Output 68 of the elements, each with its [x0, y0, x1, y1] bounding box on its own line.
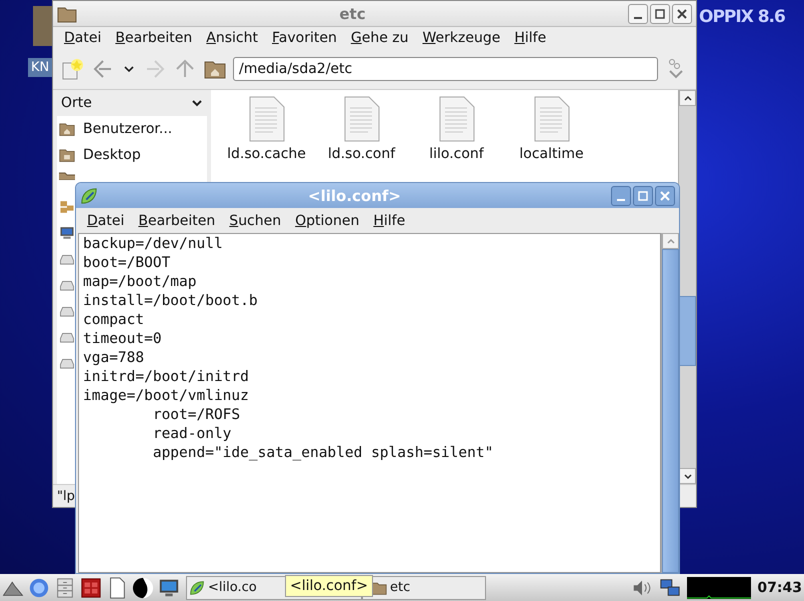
menu-item[interactable]: Werkzeuge — [415, 30, 508, 46]
text-area[interactable]: backup=/dev/null boot=/BOOT map=/boot/map install=/boot/boot.b compact timeout=0 vga=788 initrd=/boot/initrd image=/boot/vmlinuz root=/ROFS read-only append="ide_sata_enabled splash=silent" — [78, 233, 661, 573]
folder-icon — [57, 4, 77, 22]
menu-item[interactable]: Optionen — [288, 212, 366, 228]
minimize-icon — [634, 16, 642, 18]
window-title: etc — [338, 4, 367, 22]
text-line: root=/ROFS — [152, 407, 240, 423]
desktop-icon-label[interactable]: KN — [28, 58, 52, 77]
half-circle-icon[interactable] — [132, 576, 154, 598]
chevron-up-icon — [666, 236, 676, 246]
logo-text: OPPIX 8.6 — [699, 7, 785, 27]
minimize-button[interactable] — [628, 4, 648, 24]
sidebar-item[interactable]: Benutzeror... — [83, 121, 172, 137]
bookmark-star-icon[interactable] — [61, 57, 85, 81]
tooltip: <lilo.conf> — [285, 575, 373, 597]
clock: 07:43 — [757, 580, 802, 596]
leaf-pen-icon — [80, 186, 98, 204]
text-line: vga=788 — [83, 350, 144, 366]
text-line: install=/boot/boot.b — [83, 293, 258, 309]
text-line: append="ide_sata_enabled splash=silent" — [152, 445, 494, 461]
status-text: "lp — [57, 488, 75, 504]
close-button[interactable] — [655, 186, 675, 206]
file-name[interactable]: lilo.conf — [429, 146, 484, 162]
scroll-up-button[interactable] — [679, 90, 696, 106]
sidebar-item[interactable]: Desktop — [83, 147, 141, 163]
network-icon[interactable] — [659, 576, 682, 598]
text-line: read-only — [152, 426, 232, 442]
sidebar-heading[interactable]: Orte — [61, 95, 92, 111]
window-title: <lilo.conf> — [307, 186, 402, 204]
text-line: initrd=/boot/initrd — [83, 369, 249, 385]
text-line: boot=/BOOT — [83, 255, 170, 271]
close-icon — [675, 6, 689, 20]
menu-item[interactable]: Hilfe — [507, 30, 554, 46]
text-line: image=/boot/vmlinuz — [83, 388, 249, 404]
text-line: backup=/dev/null — [83, 236, 223, 252]
maximize-button[interactable] — [650, 4, 670, 24]
file-name[interactable]: ld.so.conf — [328, 146, 396, 162]
file-name[interactable]: localtime — [519, 146, 584, 162]
menu-item[interactable]: Datei — [57, 30, 108, 46]
menu-item[interactable]: Favoriten — [265, 30, 344, 46]
location-field[interactable]: /media/sda2/etc — [233, 57, 658, 81]
minimize-button[interactable] — [611, 186, 631, 206]
scrollbar-thumb[interactable] — [679, 296, 696, 366]
menu-item[interactable]: Bearbeiten — [131, 212, 222, 228]
folder-icon[interactable] — [59, 170, 75, 180]
text-line: timeout=0 — [83, 331, 162, 347]
menu-item[interactable]: Ansicht — [199, 30, 265, 46]
scroll-down-button[interactable] — [679, 468, 696, 484]
cpu-graph — [687, 576, 752, 598]
maximize-icon — [653, 6, 667, 20]
text-line: map=/boot/map — [83, 274, 196, 290]
menu-item[interactable]: Bearbeiten — [108, 30, 200, 46]
menu-item[interactable]: Suchen — [222, 212, 288, 228]
menu-item[interactable]: Gehe zu — [344, 30, 416, 46]
leaf-pen-icon — [189, 580, 205, 596]
close-button[interactable] — [672, 4, 692, 24]
maximize-button[interactable] — [633, 186, 653, 206]
file-name[interactable]: ld.so.cache — [227, 146, 306, 162]
file-cabinet-icon[interactable] — [54, 576, 76, 598]
close-icon — [658, 188, 672, 202]
scrollbar-thumb[interactable] — [662, 249, 679, 573]
menu-item[interactable]: Datei — [80, 212, 132, 228]
app-grid-icon[interactable] — [80, 576, 102, 598]
menu-item[interactable]: Hilfe — [366, 212, 412, 228]
minimize-icon — [617, 198, 625, 200]
maximize-icon — [636, 188, 650, 202]
chevron-up-icon — [682, 93, 692, 103]
text-line: compact — [83, 312, 144, 328]
